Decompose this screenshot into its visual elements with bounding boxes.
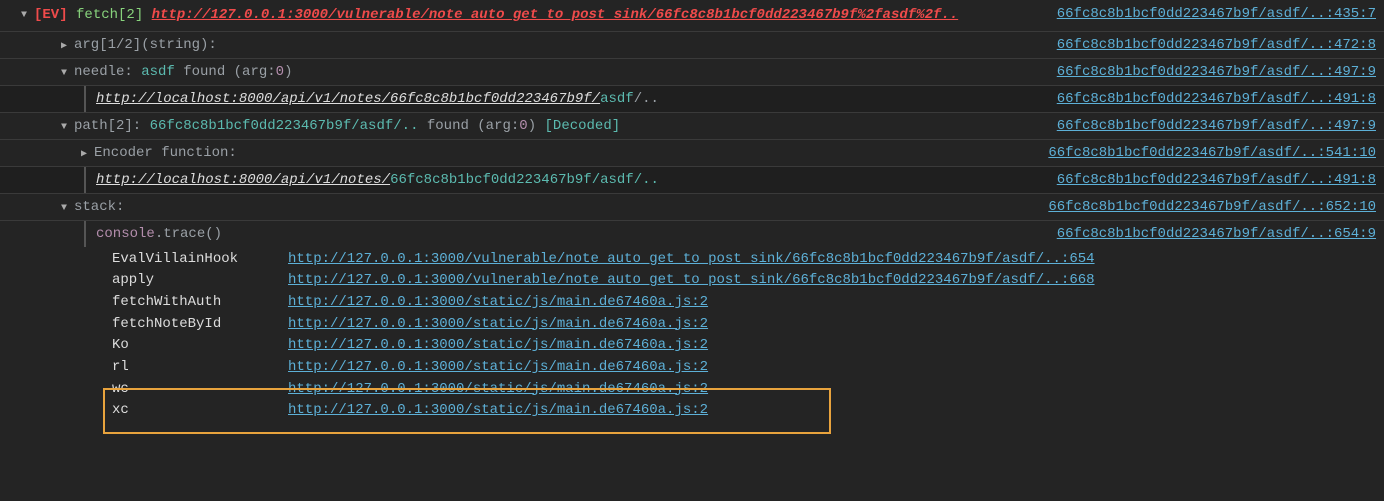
row-content: Encoder function: bbox=[94, 145, 237, 161]
stack-frame: fetchWithAuthhttp://127.0.0.1:3000/stati… bbox=[112, 292, 1384, 314]
stack-function: Ko bbox=[112, 335, 288, 357]
source-link[interactable]: 66fc8c8b1bcf0dd223467b9f/asdf/..:472:8 bbox=[1045, 37, 1376, 53]
stack-location-link[interactable]: http://127.0.0.1:3000/static/js/main.de6… bbox=[288, 335, 708, 357]
stack-location-link[interactable]: http://127.0.0.1:3000/static/js/main.de6… bbox=[288, 314, 708, 336]
source-link[interactable]: 66fc8c8b1bcf0dd223467b9f/asdf/..:435:7 bbox=[1045, 6, 1376, 22]
console-entry-header[interactable]: [EV] fetch[2] http://127.0.0.1:3000/vuln… bbox=[0, 0, 1384, 32]
stack-frame: fetchNoteByIdhttp://127.0.0.1:3000/stati… bbox=[112, 314, 1384, 336]
source-link[interactable]: 66fc8c8b1bcf0dd223467b9f/asdf/..:654:9 bbox=[1045, 226, 1376, 242]
console-row[interactable]: needle: asdf found (arg:0) 66fc8c8b1bcf0d… bbox=[0, 59, 1384, 86]
stack-trace: EvalVillainHookhttp://127.0.0.1:3000/vul… bbox=[0, 247, 1384, 427]
stack-location-link[interactable]: http://127.0.0.1:3000/static/js/main.de6… bbox=[288, 379, 708, 401]
source-link[interactable]: 66fc8c8b1bcf0dd223467b9f/asdf/..:497:9 bbox=[1045, 118, 1376, 134]
stack-frame: EvalVillainHookhttp://127.0.0.1:3000/vul… bbox=[112, 249, 1384, 271]
stack-function: EvalVillainHook bbox=[112, 249, 288, 271]
stack-location-link[interactable]: http://127.0.0.1:3000/vulnerable/note_au… bbox=[288, 249, 1095, 271]
fetch-label: fetch[2] bbox=[76, 7, 143, 23]
stack-function: xc bbox=[112, 400, 288, 422]
stack-location-link[interactable]: http://127.0.0.1:3000/static/js/main.de6… bbox=[288, 400, 708, 422]
row-content: console.trace() bbox=[96, 226, 222, 242]
stack-frame: xchttp://127.0.0.1:3000/static/js/main.d… bbox=[112, 400, 1384, 422]
tree-guide bbox=[84, 167, 86, 193]
stack-frame: wchttp://127.0.0.1:3000/static/js/main.d… bbox=[112, 379, 1384, 401]
source-link[interactable]: 66fc8c8b1bcf0dd223467b9f/asdf/..:541:10 bbox=[1036, 145, 1376, 161]
chevron-down-icon[interactable] bbox=[18, 6, 30, 22]
stack-location-link[interactable]: http://127.0.0.1:3000/vulnerable/note_au… bbox=[288, 270, 1095, 292]
stack-function: wc bbox=[112, 379, 288, 401]
source-link[interactable]: 66fc8c8b1bcf0dd223467b9f/asdf/..:491:8 bbox=[1045, 91, 1376, 107]
chevron-down-icon[interactable] bbox=[58, 64, 70, 80]
fetch-url-link[interactable]: http://127.0.0.1:3000/vulnerable/note_au… bbox=[152, 7, 959, 23]
stack-function: apply bbox=[112, 270, 288, 292]
row-content: needle: asdf found (arg:0) bbox=[74, 64, 292, 80]
row-content: arg[1/2](string): bbox=[74, 37, 217, 53]
stack-function: fetchNoteById bbox=[112, 314, 288, 336]
stack-function: rl bbox=[112, 357, 288, 379]
console-row[interactable]: arg[1/2](string): 66fc8c8b1bcf0dd223467b9… bbox=[0, 32, 1384, 59]
source-link[interactable]: 66fc8c8b1bcf0dd223467b9f/asdf/..:491:8 bbox=[1045, 172, 1376, 188]
chevron-right-icon[interactable] bbox=[78, 145, 90, 161]
tree-guide bbox=[84, 86, 86, 112]
row-content: path[2]: 66fc8c8b1bcf0dd223467b9f/asdf/.… bbox=[74, 118, 620, 134]
stack-location-link[interactable]: http://127.0.0.1:3000/static/js/main.de6… bbox=[288, 357, 708, 379]
console-row[interactable]: http://localhost:8000/api/v1/notes/66fc8… bbox=[0, 86, 1384, 113]
tree-guide bbox=[84, 221, 86, 247]
source-link[interactable]: 66fc8c8b1bcf0dd223467b9f/asdf/..:497:9 bbox=[1045, 64, 1376, 80]
stack-location-link[interactable]: http://127.0.0.1:3000/static/js/main.de6… bbox=[288, 292, 708, 314]
console-row[interactable]: http://localhost:8000/api/v1/notes/66fc8… bbox=[0, 167, 1384, 194]
chevron-down-icon[interactable] bbox=[58, 118, 70, 134]
console-row[interactable]: stack: 66fc8c8b1bcf0dd223467b9f/asdf/..:6… bbox=[0, 194, 1384, 221]
console-row[interactable]: Encoder function: 66fc8c8b1bcf0dd223467b9… bbox=[0, 140, 1384, 167]
stack-frame: rlhttp://127.0.0.1:3000/static/js/main.d… bbox=[112, 357, 1384, 379]
source-link[interactable]: 66fc8c8b1bcf0dd223467b9f/asdf/..:652:10 bbox=[1036, 199, 1376, 215]
console-row[interactable]: path[2]: 66fc8c8b1bcf0dd223467b9f/asdf/.… bbox=[0, 113, 1384, 140]
console-row[interactable]: console.trace() 66fc8c8b1bcf0dd223467b9f/… bbox=[0, 221, 1384, 247]
ev-tag: [EV] bbox=[34, 7, 68, 23]
row-content: stack: bbox=[74, 199, 124, 215]
chevron-down-icon[interactable] bbox=[58, 199, 70, 215]
stack-frame: Kohttp://127.0.0.1:3000/static/js/main.d… bbox=[112, 335, 1384, 357]
stack-frame: applyhttp://127.0.0.1:3000/vulnerable/no… bbox=[112, 270, 1384, 292]
row-content: http://localhost:8000/api/v1/notes/66fc8… bbox=[96, 172, 659, 188]
row-content: http://localhost:8000/api/v1/notes/66fc8… bbox=[96, 91, 659, 107]
chevron-right-icon[interactable] bbox=[58, 37, 70, 53]
stack-function: fetchWithAuth bbox=[112, 292, 288, 314]
